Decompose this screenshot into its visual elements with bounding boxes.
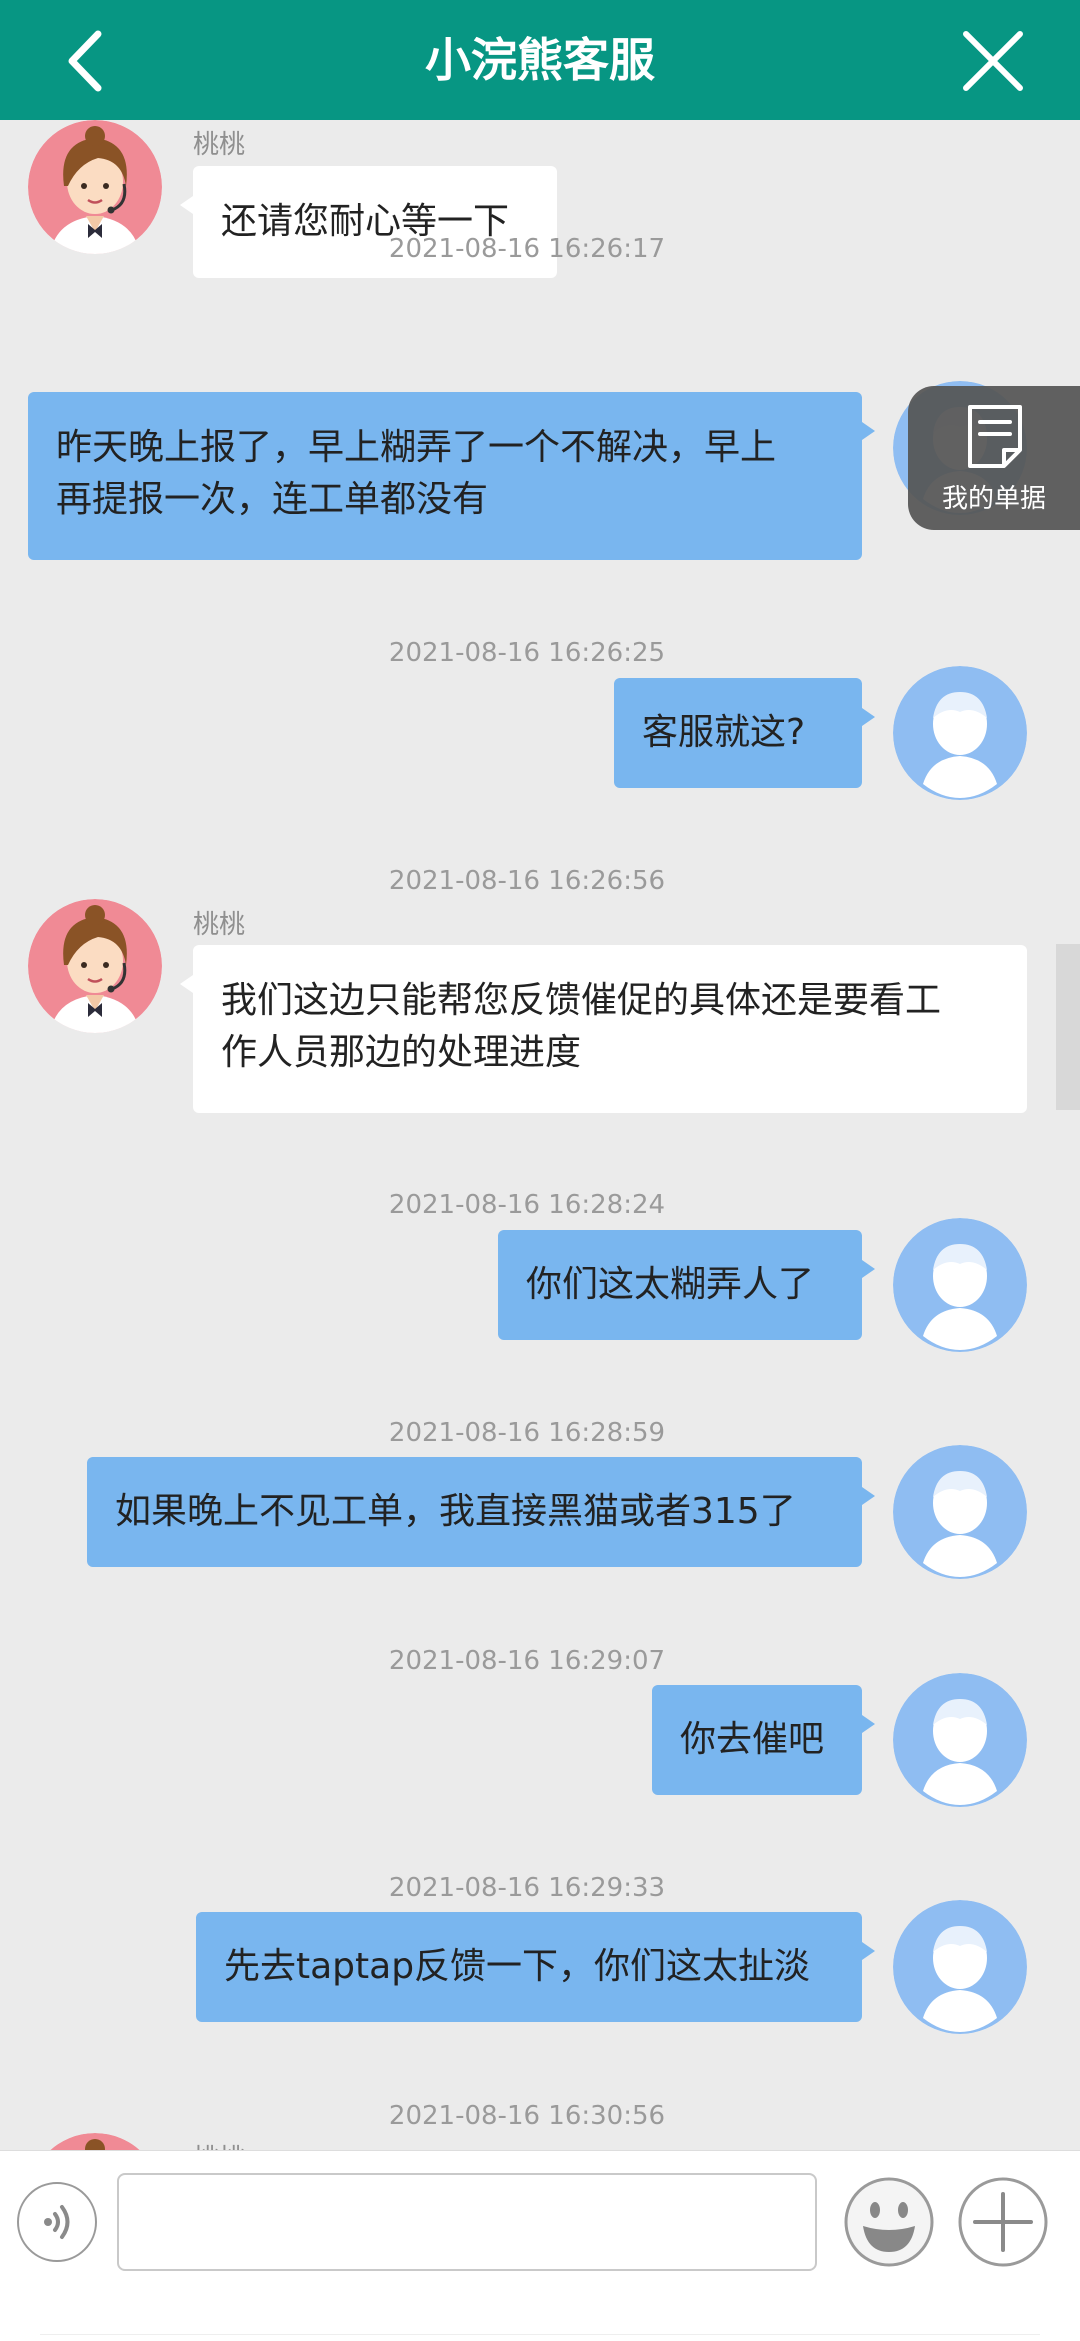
user-avatar [893, 1218, 1027, 1352]
message-timestamp: 2021-08-16 16:26:17 [388, 234, 666, 264]
user-message-bubble: 你去催吧 [652, 1685, 875, 1795]
voice-button[interactable] [17, 2182, 97, 2262]
emoji-icon[interactable] [843, 2176, 935, 2268]
message-input[interactable] [117, 2173, 817, 2271]
user-message-bubble: 先去taptap反馈一下，你们这太扯淡 [196, 1912, 875, 2022]
message-text: 再提报一次，连工单都没有 [56, 479, 489, 520]
message-timestamp: 2021-08-16 16:29:33 [388, 1873, 666, 1903]
message-text: 客服就这? [642, 712, 806, 753]
scrollbar[interactable] [1056, 944, 1080, 1110]
user-message-bubble: 如果晚上不见工单，我直接黑猫或者315了 [87, 1457, 875, 1567]
message-text: 昨天晚上报了，早上糊弄了一个不解决，早上 [56, 427, 777, 468]
user-avatar [893, 666, 1027, 800]
user-message-bubble: 你们这太糊弄人了 [498, 1230, 875, 1340]
close-icon[interactable] [960, 28, 1026, 94]
top-app-bar: 小浣熊客服 [0, 0, 1080, 120]
plus-icon[interactable] [957, 2176, 1049, 2268]
page-title: 小浣熊客服 [425, 33, 655, 87]
message-timestamp: 2021-08-16 16:28:59 [388, 1418, 666, 1448]
message-timestamp: 2021-08-16 16:26:25 [388, 638, 666, 668]
my-orders-button[interactable]: 我的单据 [908, 386, 1080, 530]
user-avatar [893, 1673, 1027, 1807]
voice-icon [44, 2205, 70, 2239]
agent-avatar [28, 2133, 162, 2150]
agent-name: 桃桃 [193, 130, 246, 160]
message-text: 你们这太糊弄人了 [526, 1264, 815, 1305]
agent-name: 桃桃 [193, 910, 246, 940]
message-text: 你去催吧 [680, 1719, 825, 1760]
message-timestamp: 2021-08-16 16:29:07 [388, 1646, 666, 1676]
my-orders-label: 我的单据 [941, 484, 1046, 514]
message-text: 我们这边只能帮您反馈催促的具体还是要看工 [221, 980, 942, 1021]
agent-name: 桃桃 [193, 2138, 245, 2150]
message-timestamp: 2021-08-16 16:26:56 [388, 866, 666, 896]
message-text: 先去taptap反馈一下，你们这太扯淡 [224, 1946, 811, 1987]
message-text: 如果晚上不见工单，我直接黑猫或者315了 [115, 1491, 796, 1532]
agent-message-bubble: 我们这边只能帮您反馈催促的具体还是要看工 作人员那边的处理进度 [180, 945, 1027, 1113]
agent-avatar [28, 899, 162, 1033]
message-input-bar [0, 2150, 1080, 2341]
user-message-bubble: 昨天晚上报了，早上糊弄了一个不解决，早上 再提报一次，连工单都没有 [28, 392, 875, 560]
document-icon [968, 405, 1022, 468]
user-message-bubble: 客服就这? [614, 678, 875, 788]
user-avatar [893, 1445, 1027, 1579]
message-timestamp: 2021-08-16 16:30:56 [388, 2101, 666, 2131]
divider [40, 2334, 1040, 2335]
message-text: 作人员那边的处理进度 [221, 1032, 582, 1073]
message-timestamp: 2021-08-16 16:28:24 [388, 1190, 666, 1220]
user-avatar [893, 1900, 1027, 2034]
